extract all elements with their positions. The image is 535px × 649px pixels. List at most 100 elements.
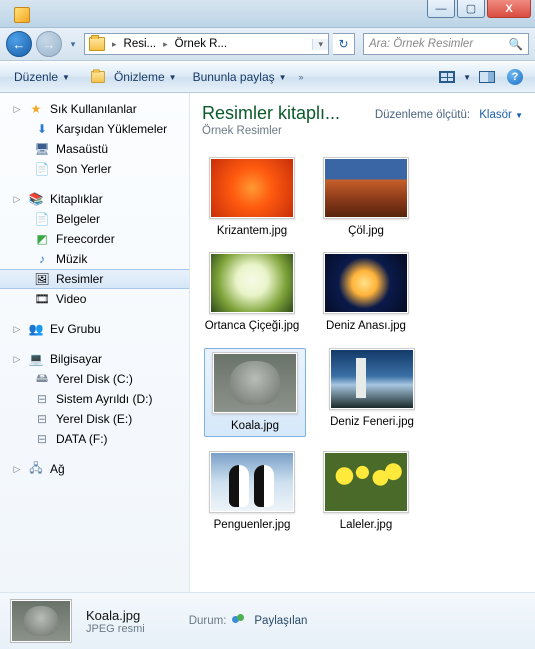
thumbnail-image	[211, 453, 293, 511]
sidebar-network[interactable]: ▷🖧Ağ	[0, 459, 189, 479]
maximize-button[interactable]: ▢	[457, 0, 485, 18]
details-status-label: Durum:	[189, 615, 227, 627]
nav-bar: ← → ▾ ▸ Resi... ▸ Örnek R... ▾ ↻ Ara: Ör…	[0, 28, 535, 61]
refresh-button[interactable]: ↻	[333, 33, 355, 55]
file-item[interactable]: Ortanca Çiçeği.jpg	[204, 252, 300, 333]
sidebar-label: Freecorder	[56, 232, 115, 246]
organize-label: Düzenle	[14, 70, 58, 84]
search-input[interactable]: Ara: Örnek Resimler 🔍	[363, 33, 529, 55]
chevron-down-icon: ▼	[62, 73, 70, 82]
sidebar-item-drive-c[interactable]: 🖴 Yerel Disk (C:)	[0, 369, 189, 389]
document-icon: 📄	[34, 211, 50, 227]
thumbnail-image	[325, 159, 407, 217]
thumbnail-image	[211, 254, 293, 312]
computer-icon: 💻	[28, 351, 44, 367]
details-pane: Koala.jpg JPEG resmi Durum: Paylaşılan	[0, 592, 535, 649]
sidebar-label: Resimler	[56, 272, 103, 286]
help-button[interactable]: ?	[503, 66, 527, 88]
sidebar-label: Masaüstü	[56, 142, 108, 156]
share-button[interactable]: Bununla paylaş ▼	[187, 65, 293, 89]
sidebar-item-music[interactable]: ♪Müzik	[0, 249, 189, 269]
preview-button[interactable]: Önizleme ▼	[80, 65, 183, 89]
file-item[interactable]: Krizantem.jpg	[204, 157, 300, 238]
back-button[interactable]: ←	[6, 31, 32, 57]
sidebar-favorites-header[interactable]: ▷★Sık Kullanılanlar	[0, 99, 189, 119]
content-pane: Resimler kitaplı... Örnek Resimler Düzen…	[190, 93, 535, 592]
chevron-right-icon[interactable]: ▸	[109, 39, 120, 50]
file-item[interactable]: Deniz Anası.jpg	[318, 252, 414, 333]
file-name: Krizantem.jpg	[217, 224, 287, 238]
sidebar-label: Yerel Disk (C:)	[56, 372, 133, 386]
music-icon: ♪	[34, 251, 50, 267]
folder-icon	[89, 37, 105, 51]
chevron-down-icon: ▼	[515, 111, 523, 120]
breadcrumb-segment[interactable]: Örnek R...	[171, 34, 231, 54]
sidebar-item-drive-f[interactable]: ⊟DATA (F:)	[0, 429, 189, 449]
file-item-selected[interactable]: Koala.jpg	[204, 348, 306, 437]
file-item[interactable]: Deniz Feneri.jpg	[324, 348, 420, 437]
file-item[interactable]: Penguenler.jpg	[204, 451, 300, 532]
command-bar: Düzenle ▼ Önizleme ▼ Bununla paylaş ▼ » …	[0, 61, 535, 93]
drive-icon: ⊟	[34, 391, 50, 407]
chevron-down-icon: ▼	[169, 73, 177, 82]
thumbnail-image	[325, 254, 407, 312]
sidebar-label: DATA (F:)	[56, 432, 108, 446]
file-name: Deniz Feneri.jpg	[330, 415, 414, 429]
sidebar-item-documents[interactable]: 📄 Belgeler	[0, 209, 189, 229]
sidebar-label: Video	[56, 292, 86, 306]
sidebar-item-desktop[interactable]: 🖥Masaüstü	[0, 139, 189, 159]
arrange-by[interactable]: Düzenleme ölçütü: Klasör ▼	[375, 109, 523, 121]
sidebar-item-recent[interactable]: 📄Son Yerler	[0, 159, 189, 179]
sidebar-libraries-header[interactable]: ▷📚Kitaplıklar	[0, 189, 189, 209]
breadcrumb-segment[interactable]: Resi...	[120, 34, 161, 54]
thumbnail-image	[211, 159, 293, 217]
view-dropdown[interactable]: ▼	[463, 73, 471, 82]
search-placeholder: Ara: Örnek Resimler	[369, 38, 473, 50]
thumbnail-grid: Krizantem.jpg Çöl.jpg Ortanca Çiçeği.jpg…	[202, 157, 523, 533]
chevron-right-icon[interactable]: ▸	[160, 39, 171, 50]
details-status-value: Paylaşılan	[254, 615, 307, 627]
preview-pane-button[interactable]	[475, 66, 499, 88]
close-button[interactable]: X	[487, 0, 531, 18]
star-icon: ★	[28, 101, 44, 117]
nav-history-dropdown[interactable]: ▾	[66, 31, 80, 57]
sidebar-item-drive-d[interactable]: ⊟ Sistem Ayrıldı (D:)	[0, 389, 189, 409]
sidebar-label: Belgeler	[56, 212, 100, 226]
sidebar-item-freecorder[interactable]: ◩ Freecorder	[0, 229, 189, 249]
file-name: Çöl.jpg	[348, 224, 384, 238]
toolbar-overflow[interactable]: »	[297, 72, 306, 82]
library-subtitle: Örnek Resimler	[202, 125, 523, 137]
forward-button[interactable]: →	[36, 31, 62, 57]
drive-icon: 🖴	[34, 371, 50, 387]
sidebar-label: Karşıdan Yüklemeler	[56, 122, 167, 136]
download-icon: ⬇	[34, 121, 50, 137]
sidebar-item-drive-e[interactable]: ⊟Yerel Disk (E:)	[0, 409, 189, 429]
sidebar-label: Bilgisayar	[50, 352, 102, 366]
sidebar-label: Sistem Ayrıldı (D:)	[56, 392, 152, 406]
window-titlebar: — ▢ X	[0, 0, 535, 28]
thumbnail-image	[325, 453, 407, 511]
sidebar-item-pictures[interactable]: 🖼Resimler	[0, 269, 189, 289]
preview-icon	[91, 71, 105, 83]
organize-button[interactable]: Düzenle ▼	[8, 65, 76, 89]
file-name: Penguenler.jpg	[214, 518, 291, 532]
minimize-button[interactable]: —	[427, 0, 455, 18]
file-item[interactable]: Laleler.jpg	[318, 451, 414, 532]
chevron-down-icon: ▼	[279, 73, 287, 82]
address-bar[interactable]: ▸ Resi... ▸ Örnek R... ▾	[84, 33, 329, 55]
address-dropdown[interactable]: ▾	[312, 39, 328, 50]
sidebar-label: Son Yerler	[56, 162, 111, 176]
sidebar-item-videos[interactable]: 🎞Video	[0, 289, 189, 309]
sidebar-item-downloads[interactable]: ⬇ Karşıdan Yüklemeler	[0, 119, 189, 139]
view-tiles-button[interactable]	[435, 66, 459, 88]
search-icon: 🔍	[509, 37, 523, 51]
preview-label: Önizleme	[114, 70, 165, 84]
sidebar-computer-header[interactable]: ▷💻Bilgisayar	[0, 349, 189, 369]
sidebar-homegroup[interactable]: ▷👥Ev Grubu	[0, 319, 189, 339]
file-item[interactable]: Çöl.jpg	[318, 157, 414, 238]
libraries-icon: 📚	[28, 191, 44, 207]
app-icon: ◩	[34, 231, 50, 247]
file-name: Deniz Anası.jpg	[326, 319, 406, 333]
drive-icon: ⊟	[34, 411, 50, 427]
details-thumbnail	[10, 599, 72, 643]
